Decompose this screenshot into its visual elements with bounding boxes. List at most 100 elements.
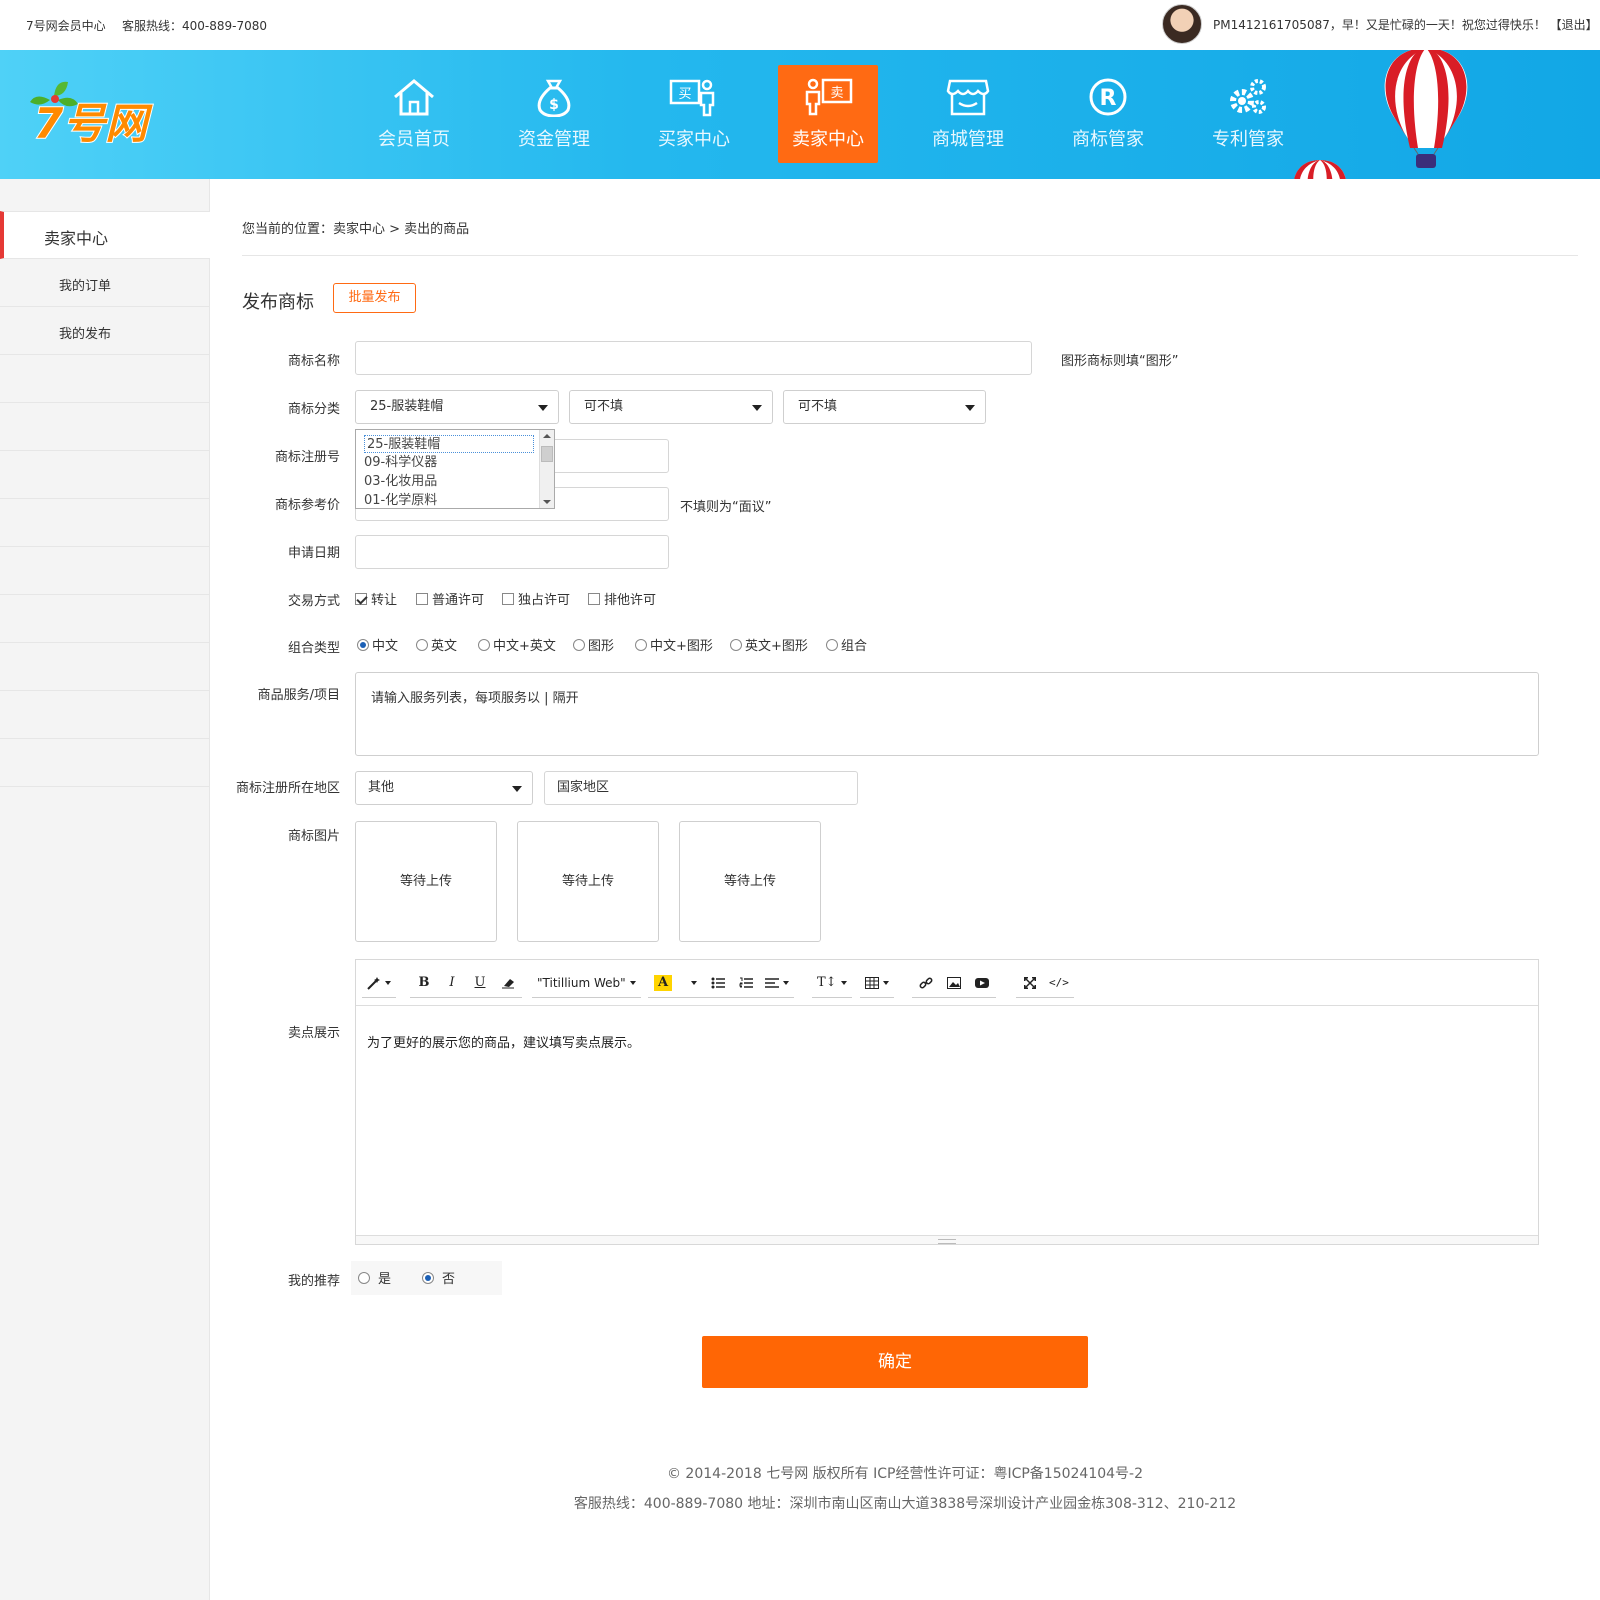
numbered-list-icon[interactable] <box>732 969 760 997</box>
nav-buyer-center[interactable]: 买 买家中心 <box>644 65 744 163</box>
greeting-text: PM1412161705087，早！又是忙碌的一天！祝您过得快乐！ <box>1213 18 1546 32</box>
balloon-decoration <box>1384 50 1468 168</box>
logout-link[interactable]: 【退出】 <box>1550 18 1598 32</box>
radio[interactable] <box>416 638 428 651</box>
category-select[interactable]: 25-服装鞋帽 <box>355 390 559 424</box>
nav-label: 买家中心 <box>658 129 730 150</box>
main-content: 您当前的位置：卖家中心 > 卖出的商品 发布商标 批量发布 商标名称 图形商标则… <box>210 179 1600 1600</box>
trademark-name-input[interactable] <box>355 341 1032 375</box>
reference-price-label: 商标参考价 <box>274 498 340 513</box>
category-dropdown-list[interactable]: 25-服装鞋帽 09-科学仪器 03-化妆用品 01-化学原料 <box>355 429 555 509</box>
toolbar-group-font: B I U <box>410 968 522 998</box>
subcategory-select-1[interactable]: 可不填 <box>569 390 773 424</box>
checkbox[interactable] <box>355 592 367 605</box>
region-select-value: 其他 <box>368 780 395 795</box>
video-icon[interactable] <box>968 969 996 997</box>
radio[interactable] <box>478 638 490 651</box>
bullet-list-icon[interactable] <box>704 969 732 997</box>
radio-label: 否 <box>442 1272 456 1287</box>
svg-text:7号网: 7号网 <box>34 99 153 148</box>
submit-button[interactable]: 确定 <box>702 1336 1088 1388</box>
seller-icon: 卖 <box>805 78 853 116</box>
radio[interactable] <box>826 638 838 651</box>
sidebar-head-seller-center[interactable]: 卖家中心 <box>0 211 210 259</box>
recommend-option-no[interactable]: 否 <box>422 1268 455 1287</box>
nav-mall-management[interactable]: 商城管理 <box>918 65 1018 163</box>
country-region-input[interactable]: 国家地区 <box>544 771 858 805</box>
editor-resize-handle[interactable] <box>356 1235 1538 1244</box>
combo-option-english[interactable]: 英文 <box>416 635 457 654</box>
radio[interactable] <box>573 638 585 651</box>
dropdown-scrollbar[interactable] <box>539 430 554 508</box>
image-upload-slot-1[interactable]: 等待上传 <box>355 821 497 942</box>
dropdown-option[interactable]: 25-服装鞋帽 <box>364 435 534 453</box>
nav-seller-center[interactable]: 卖 卖家中心 <box>778 65 878 163</box>
batch-publish-button[interactable]: 批量发布 <box>333 283 416 313</box>
scrollbar-thumb[interactable] <box>541 446 553 462</box>
combo-option-graphic[interactable]: 图形 <box>573 635 614 654</box>
image-upload-slot-3[interactable]: 等待上传 <box>679 821 821 942</box>
dropdown-option[interactable]: 09-科学仪器 <box>364 454 437 472</box>
gears-icon <box>1230 79 1266 114</box>
toolbar-group-height: T↕ <box>812 968 852 998</box>
svg-text:卖: 卖 <box>830 86 843 101</box>
radio[interactable] <box>635 638 647 651</box>
nav-funds[interactable]: $ 资金管理 <box>504 65 604 163</box>
nav-member-home[interactable]: 会员首页 <box>364 65 464 163</box>
underline-button[interactable]: U <box>466 969 494 997</box>
bold-button[interactable]: B <box>410 969 438 997</box>
nav-trademark-butler[interactable]: R 商标管家 <box>1058 65 1158 163</box>
application-date-input[interactable] <box>355 535 669 569</box>
subcategory-value: 可不填 <box>798 399 838 414</box>
combo-option-combined[interactable]: 组合 <box>826 635 867 654</box>
dropdown-option[interactable]: 01-化学原料 <box>364 492 437 510</box>
subcategory-value: 可不填 <box>584 399 624 414</box>
fullscreen-icon[interactable] <box>1016 969 1044 997</box>
combo-option-chinese[interactable]: 中文 <box>357 635 398 654</box>
image-upload-slot-2[interactable]: 等待上传 <box>517 821 659 942</box>
sidebar-empty-row <box>0 403 210 451</box>
radio[interactable] <box>358 1271 370 1284</box>
nav-label: 会员首页 <box>378 129 450 150</box>
image-icon[interactable] <box>940 969 968 997</box>
avatar[interactable] <box>1162 4 1202 44</box>
region-select[interactable]: 其他 <box>355 771 533 805</box>
radio[interactable] <box>730 638 742 651</box>
color-dropdown[interactable] <box>678 969 706 997</box>
trade-option-general-license[interactable]: 普通许可 <box>416 589 484 608</box>
combo-option-english-graphic[interactable]: 英文+图形 <box>730 635 808 654</box>
eraser-icon[interactable] <box>494 969 522 997</box>
logo[interactable]: 7号网 <box>28 78 188 149</box>
font-color-icon[interactable]: A <box>654 974 672 991</box>
table-icon[interactable] <box>860 969 894 997</box>
magic-wand-icon[interactable] <box>362 969 396 997</box>
align-icon[interactable] <box>760 969 794 997</box>
scroll-down-icon[interactable] <box>543 499 551 505</box>
nav-patent-butler[interactable]: 专利管家 <box>1198 65 1298 163</box>
trade-option-exclusive-license[interactable]: 独占许可 <box>502 589 570 608</box>
dropdown-option[interactable]: 03-化妆用品 <box>364 473 437 491</box>
trade-option-transfer[interactable]: 转让 <box>355 589 397 608</box>
line-height-icon[interactable]: T↕ <box>812 969 852 997</box>
code-view-icon[interactable]: </> <box>1044 969 1074 997</box>
editor-content[interactable]: 为了更好的展示您的商品，建议填写卖点展示。 <box>367 1032 640 1051</box>
checkbox[interactable] <box>416 592 428 605</box>
sidebar-item-my-orders[interactable]: 我的订单 <box>0 259 210 307</box>
combo-option-chinese-graphic[interactable]: 中文+图形 <box>635 635 713 654</box>
checkbox[interactable] <box>502 592 514 605</box>
checkbox[interactable] <box>588 592 600 605</box>
radio[interactable] <box>422 1271 434 1284</box>
combo-option-chinese-english[interactable]: 中文+英文 <box>478 635 556 654</box>
subcategory-select-2[interactable]: 可不填 <box>783 390 986 424</box>
link-icon[interactable] <box>912 969 940 997</box>
font-family-select[interactable]: "Titillium Web" <box>532 969 641 997</box>
trade-option-sole-license[interactable]: 排他许可 <box>588 589 656 608</box>
italic-button[interactable]: I <box>438 969 466 997</box>
sidebar-item-my-posts[interactable]: 我的发布 <box>0 307 210 355</box>
services-textarea[interactable]: 请输入服务列表，每项服务以 | 隔开 <box>355 672 1539 756</box>
toolbar-group-style <box>362 968 396 998</box>
radio[interactable] <box>357 638 369 651</box>
recommend-option-yes[interactable]: 是 <box>358 1268 391 1287</box>
scroll-up-icon[interactable] <box>543 433 551 439</box>
rich-text-editor[interactable]: B I U "Titillium Web" A T↕ </> 为了更好的展示您的… <box>355 959 1539 1245</box>
